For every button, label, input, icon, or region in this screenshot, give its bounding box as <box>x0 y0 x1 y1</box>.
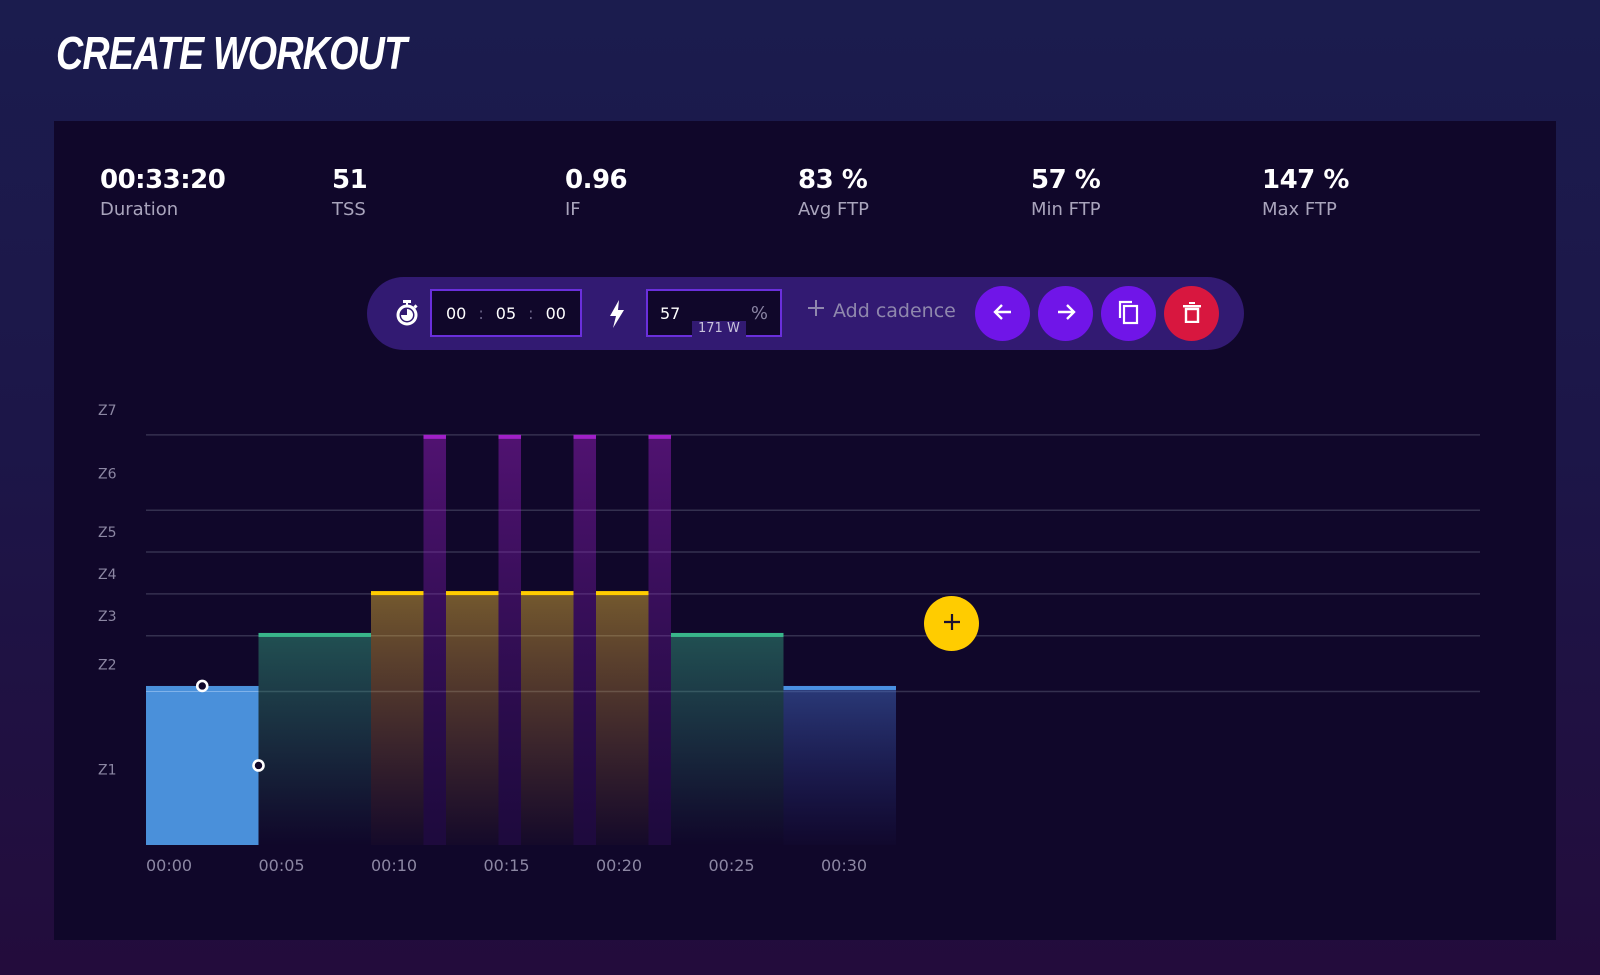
duplicate-button[interactable] <box>1101 286 1156 341</box>
plus-icon <box>942 612 962 635</box>
time-separator: : <box>478 303 484 323</box>
add-segment-button[interactable] <box>924 596 979 651</box>
segment-top-edge <box>670 632 784 637</box>
x-tick-label: 00:15 <box>484 856 530 875</box>
workout-segment-z2[interactable] <box>670 632 784 845</box>
segment-top-edge <box>498 434 522 439</box>
plus-icon <box>807 299 825 322</box>
segment-editor-toolbar: 00 : 05 : 00 57 % 171 W Add cadence <box>367 277 1244 350</box>
x-tick-label: 00:10 <box>371 856 417 875</box>
duration-seconds[interactable]: 00 <box>546 304 566 323</box>
segment-top-edge <box>371 591 424 596</box>
segment-bar <box>670 632 784 845</box>
segment-top-edge <box>573 434 596 439</box>
workout-chart[interactable]: Z1Z2Z3Z4Z5Z6Z700:00 00:05 00:10 00:15 00:20 0… <box>54 121 1556 940</box>
segment-bar <box>521 591 574 845</box>
workout-editor-panel: 00:33:20 Duration 51 TSS 0.96 IF 83 % Av… <box>54 121 1556 940</box>
power-unit: % <box>750 303 768 324</box>
segment-bar <box>445 591 499 845</box>
duration-hours[interactable]: 00 <box>446 304 466 323</box>
x-tick-label: 00:00 <box>146 856 192 875</box>
segment-top-edge <box>783 685 896 690</box>
segment-bar <box>258 632 371 845</box>
x-tick-label: 00:05 <box>259 856 305 875</box>
arrow-left-icon <box>992 301 1014 326</box>
duration-input[interactable]: 00 : 05 : 00 <box>430 289 582 337</box>
segment-top-edge <box>596 591 649 596</box>
move-right-button[interactable] <box>1038 286 1093 341</box>
lightning-bolt-icon <box>608 299 626 333</box>
segment-bar <box>596 591 649 845</box>
x-tick-label: 00:25 <box>709 856 755 875</box>
x-tick-label: 00:20 <box>596 856 642 875</box>
power-drag-handle[interactable] <box>195 679 209 693</box>
segment-top-edge <box>445 591 499 596</box>
power-value[interactable]: 57 <box>660 304 680 323</box>
workout-segment-z3[interactable] <box>371 591 424 845</box>
zone-label: Z3 <box>98 609 117 625</box>
segment-bar <box>573 434 596 845</box>
segment-top-edge <box>423 434 446 439</box>
segment-top-edge <box>648 434 671 439</box>
x-tick-label: 00:30 <box>821 856 867 875</box>
workout-segment-z3[interactable] <box>596 591 649 845</box>
workout-segment-z1[interactable] <box>783 685 896 845</box>
power-watts: 171 W <box>692 321 746 337</box>
duration-drag-handle[interactable] <box>252 759 265 772</box>
power-input[interactable]: 57 % 171 W <box>646 289 782 337</box>
workout-segment-z2[interactable] <box>258 632 372 845</box>
add-cadence-label: Add cadence <box>833 299 956 322</box>
segment-bar <box>371 591 424 845</box>
move-left-button[interactable] <box>975 286 1030 341</box>
zone-label: Z4 <box>98 567 117 583</box>
segment-bar <box>783 685 896 845</box>
segment-top-edge <box>521 591 574 596</box>
arrow-right-icon <box>1055 301 1077 326</box>
segment-bar <box>648 434 671 845</box>
page-title: CREATE WORKOUT <box>56 27 407 79</box>
workout-segment-z6[interactable] <box>498 434 522 845</box>
zone-label: Z7 <box>98 403 117 419</box>
workout-segment-z3[interactable] <box>445 591 499 845</box>
workout-segment-z6[interactable] <box>423 434 446 845</box>
workout-segment-z1[interactable] <box>146 685 259 845</box>
copy-icon <box>1117 299 1141 328</box>
segment-bar <box>146 685 259 845</box>
delete-button[interactable] <box>1164 286 1219 341</box>
trash-icon <box>1182 301 1202 326</box>
duration-minutes[interactable]: 05 <box>496 304 516 323</box>
segment-top-edge <box>258 632 371 637</box>
zone-label: Z6 <box>98 467 117 483</box>
workout-segment-z6[interactable] <box>573 434 597 845</box>
segment-bar <box>498 434 522 845</box>
workout-segment-z3[interactable] <box>521 591 574 845</box>
zone-label: Z5 <box>98 525 117 541</box>
time-separator: : <box>528 303 534 323</box>
add-cadence-button[interactable]: Add cadence <box>807 299 956 322</box>
workout-segment-z6[interactable] <box>648 434 671 845</box>
stopwatch-icon <box>394 299 420 331</box>
zone-label: Z2 <box>98 658 117 674</box>
segment-bar <box>423 434 446 845</box>
zone-label: Z1 <box>98 762 117 778</box>
